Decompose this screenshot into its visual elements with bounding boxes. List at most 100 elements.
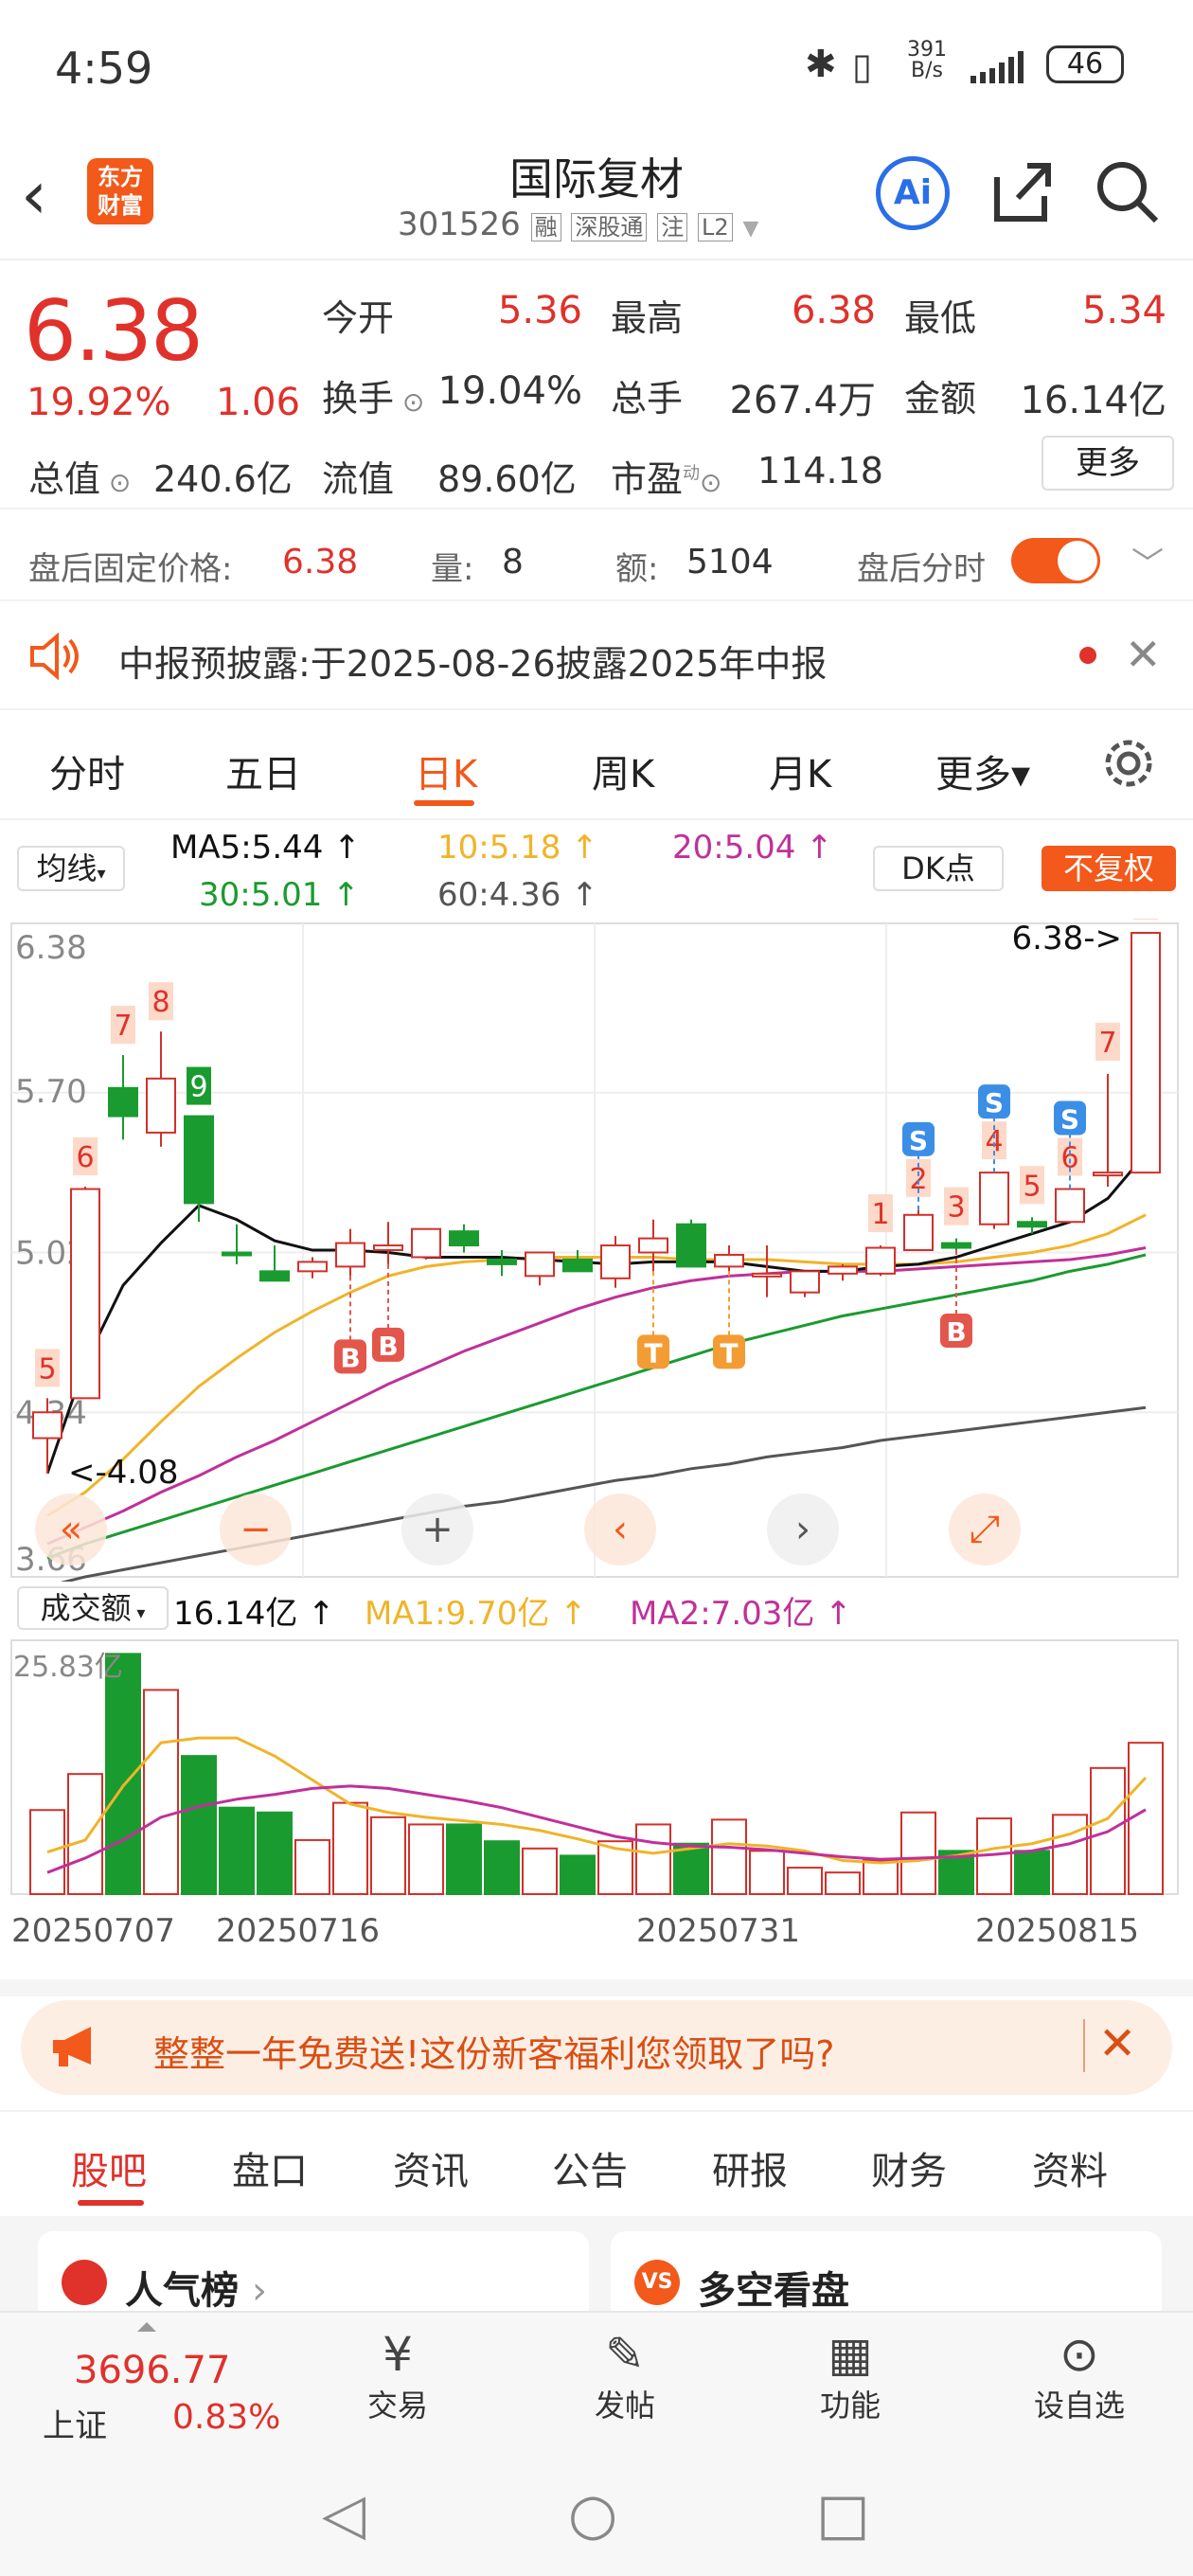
chevron-down-icon[interactable]: ﹀ xyxy=(1131,538,1164,584)
volume-date-label: 20250815 xyxy=(975,1912,1139,1950)
signal-marker-text: S xyxy=(985,1087,1004,1118)
chart-control[interactable]: ‹ xyxy=(584,1494,656,1565)
nav-back-icon[interactable]: ◁ xyxy=(322,2481,365,2548)
speaker-icon xyxy=(28,632,81,684)
tab-intraday[interactable]: 分时 xyxy=(49,743,125,798)
candle-body xyxy=(714,1253,744,1268)
candle-body xyxy=(184,1115,214,1205)
tab-daily-k[interactable]: 日K xyxy=(415,743,477,798)
signal-marker-text: B xyxy=(340,1342,360,1373)
tab-monthly-k[interactable]: 月K xyxy=(769,743,831,798)
candle-body xyxy=(297,1261,328,1273)
volume-selector[interactable]: 成交额 ▾ xyxy=(17,1586,169,1630)
tab-five-day[interactable]: 五日 xyxy=(225,743,301,798)
tab-profile[interactable]: 资料 xyxy=(1032,2140,1108,2195)
quote-label: 换手 ⊙ xyxy=(322,378,425,420)
functions-button[interactable]: ▦ 功能 xyxy=(803,2327,898,2425)
search-icon[interactable] xyxy=(1094,158,1160,228)
volume-chart[interactable]: 25.83亿 20250707 20250716 20250731 20250815 xyxy=(0,1638,1193,1979)
chart-control[interactable]: − xyxy=(220,1494,292,1565)
post-button[interactable]: ✎ 发帖 xyxy=(578,2327,672,2425)
sequence-label: 7 xyxy=(111,1006,135,1045)
sequence-label: 5 xyxy=(35,1349,60,1387)
sequence-label-text: 9 xyxy=(189,1071,207,1104)
adjust-mode-button[interactable]: 不复权 xyxy=(1042,846,1176,891)
vibrate-icon: ▯ xyxy=(852,45,872,87)
pe-value: 114.18 xyxy=(757,450,883,492)
promo-close-icon[interactable]: ✕ xyxy=(1098,2017,1136,2070)
volume-bar xyxy=(143,1689,179,1895)
after-hours-vol-label: 量: xyxy=(431,550,474,588)
stock-code: 301526 xyxy=(398,206,521,243)
more-dots-icon: ⊙ xyxy=(1059,2327,1099,2382)
tab-research[interactable]: 研报 xyxy=(712,2140,788,2195)
index-name: 上证 xyxy=(43,2407,107,2445)
chart-control[interactable]: « xyxy=(35,1494,107,1565)
more-quote-button[interactable]: 更多 xyxy=(1042,436,1174,491)
promo-banner[interactable]: 整整一年免费送!这份新客福利您领取了吗? ✕ xyxy=(21,2000,1172,2095)
candle-body xyxy=(70,1188,100,1400)
candle-body xyxy=(146,1077,176,1134)
tab-more[interactable]: 更多▾ xyxy=(935,743,1030,798)
quote-value: 5.34 xyxy=(1081,289,1166,332)
net-speed: 391 B/s xyxy=(907,38,947,82)
after-hours-toggle[interactable] xyxy=(1011,538,1100,583)
volume-ma1: MA1:9.70亿 ↑ xyxy=(365,1595,587,1633)
badge-l2: L2 xyxy=(698,213,733,242)
candle-body xyxy=(941,1242,971,1249)
tab-news[interactable]: 资讯 xyxy=(393,2140,469,2195)
after-hours-toggle-label: 盘后分时 xyxy=(857,550,986,588)
candle-body xyxy=(1055,1188,1085,1224)
tab-orderbook[interactable]: 盘口 xyxy=(232,2140,308,2195)
badge-note: 注 xyxy=(657,213,688,242)
after-hours-amt: 5104 xyxy=(686,543,774,581)
megaphone-icon xyxy=(49,2023,102,2074)
close-icon[interactable]: ✕ xyxy=(1125,629,1162,680)
badge-margin: 融 xyxy=(530,213,561,242)
chart-control[interactable]: ⤢ xyxy=(949,1494,1021,1565)
tab-weekly-k[interactable]: 周K xyxy=(592,743,654,798)
signal-marker-text: S xyxy=(909,1125,928,1156)
popularity-title: 人气榜 › xyxy=(125,2269,267,2313)
volume-bar xyxy=(900,1811,936,1896)
share-icon[interactable] xyxy=(989,158,1056,228)
tab-forum[interactable]: 股吧 xyxy=(71,2140,147,2195)
candle-body xyxy=(828,1265,858,1275)
vs-icon: VS xyxy=(634,2260,680,2305)
volume-axis-top: 25.83亿 xyxy=(13,1651,123,1684)
nav-home-icon[interactable]: ○ xyxy=(568,2481,617,2548)
quote-value: 6.38 xyxy=(791,289,876,332)
trade-button[interactable]: ¥ 交易 xyxy=(350,2327,445,2425)
candle-body xyxy=(449,1230,479,1247)
index-value[interactable]: 3696.77 xyxy=(74,2349,230,2392)
tab-announcements[interactable]: 公告 xyxy=(552,2140,628,2195)
ai-assistant-button[interactable]: Ai xyxy=(876,156,950,230)
chart-control[interactable]: + xyxy=(401,1494,473,1565)
chart-control[interactable]: › xyxy=(767,1494,839,1565)
notice-text: 中报预披露:于2025-08-26披露2025年中报 xyxy=(118,643,828,685)
tab-financials[interactable]: 财务 xyxy=(871,2140,947,2195)
candle-body xyxy=(676,1223,706,1268)
ma60-label: 60:4.36 ↑ xyxy=(437,876,598,914)
chart-control-label: + xyxy=(421,1508,454,1551)
kline-chart[interactable]: 6.385.705.024.343.665678912345678BBTTBSS… xyxy=(0,919,1193,1582)
low-marker: <-4.08 xyxy=(68,1454,178,1492)
volume-bar xyxy=(1014,1850,1050,1895)
long-short-title: 多空看盘 xyxy=(698,2269,849,2313)
nav-recents-icon[interactable]: □ xyxy=(816,2481,870,2548)
signal-marker: S xyxy=(978,1084,1010,1119)
volume-date-label: 20250707 xyxy=(11,1912,175,1950)
signal-marker-text: B xyxy=(946,1316,966,1348)
status-bar: 4:59 ✱ ▯ 391 B/s 46 xyxy=(0,0,1193,137)
add-watchlist-button[interactable]: ⊙ 设自选 xyxy=(1018,2327,1141,2425)
ma-selector[interactable]: 均线▾ xyxy=(17,846,125,891)
quote-value: 19.04% xyxy=(437,369,582,413)
signal-marker: B xyxy=(940,1314,972,1349)
settings-gear-icon[interactable] xyxy=(1100,735,1157,796)
volume-bar xyxy=(749,1850,785,1895)
bluetooth-icon: ✱ xyxy=(805,43,837,86)
active-tab-indicator xyxy=(414,800,474,806)
quote-label: 金额 xyxy=(904,378,977,420)
quote-label: 今开 xyxy=(322,297,395,339)
dk-point-selector[interactable]: DK点 xyxy=(873,846,1004,891)
